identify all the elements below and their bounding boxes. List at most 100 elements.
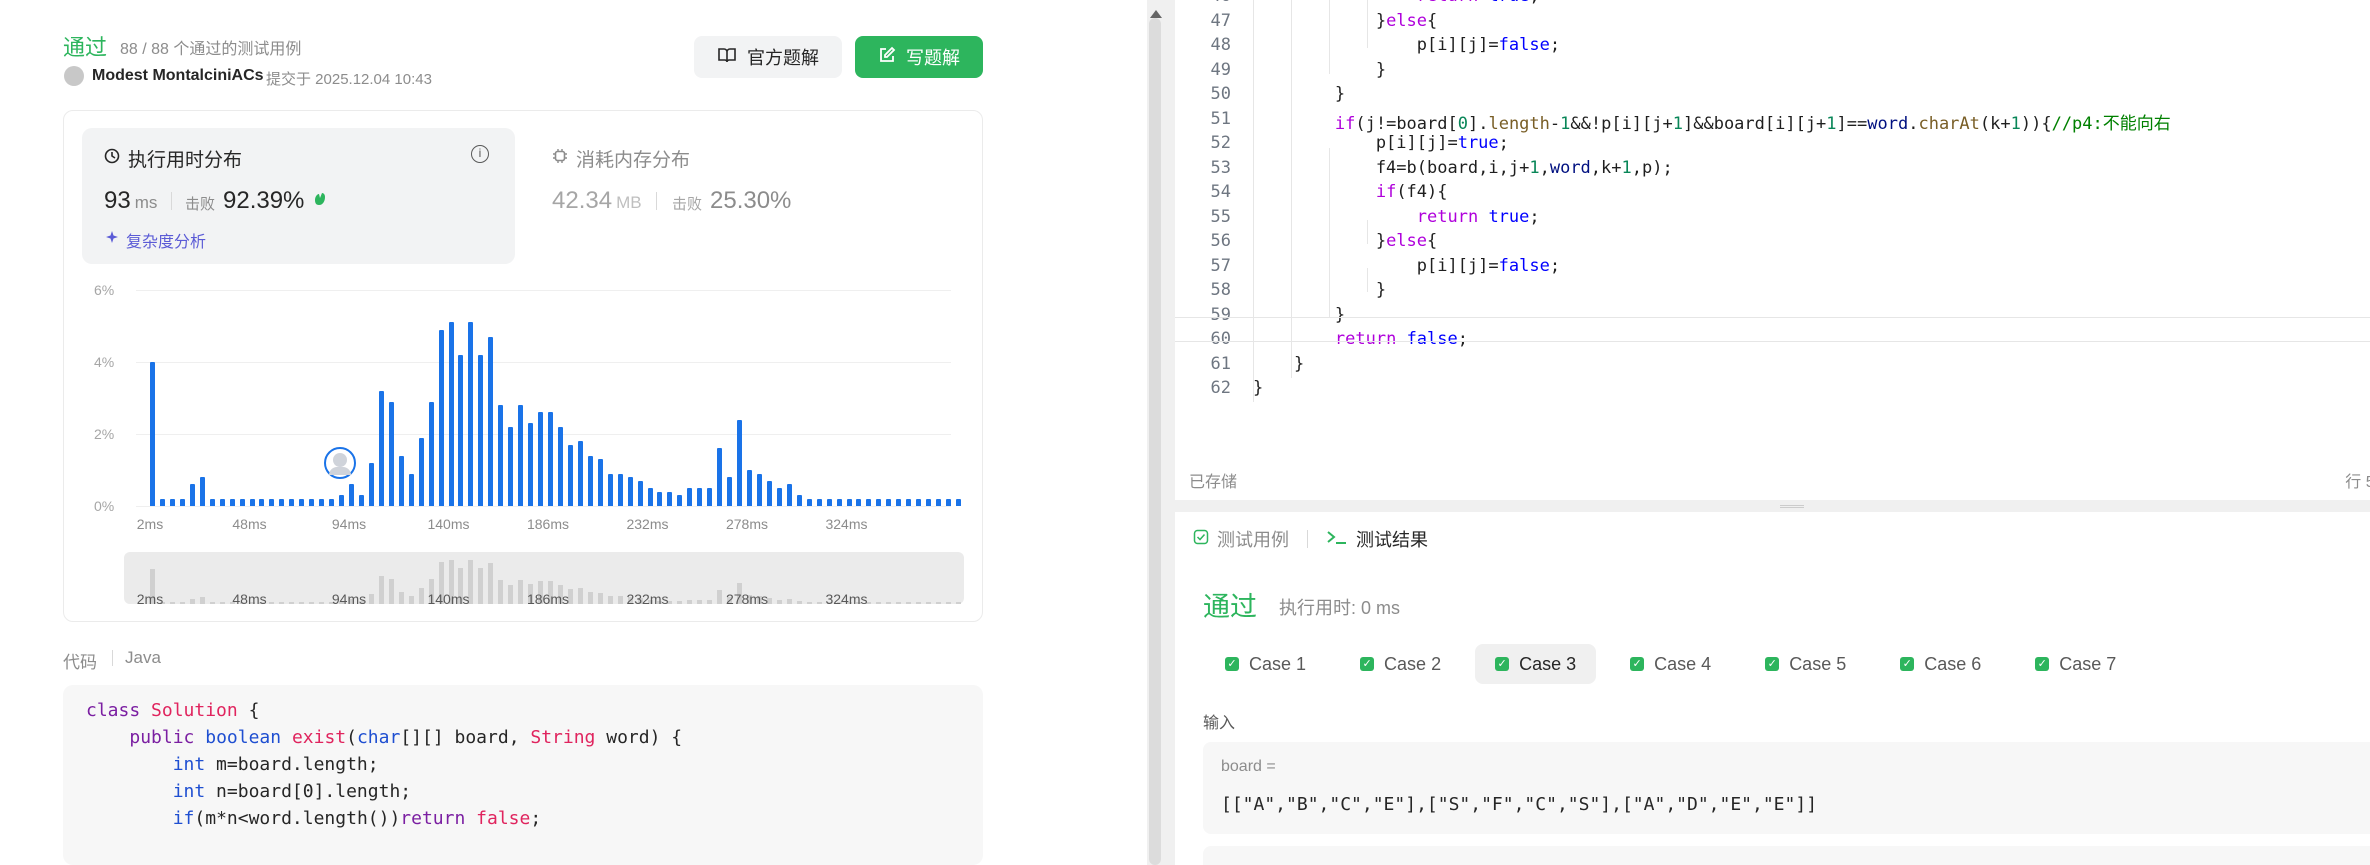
chart-bar[interactable]: [866, 498, 872, 506]
chart-bar[interactable]: [826, 498, 832, 506]
official-solution-button[interactable]: 官方题解: [694, 36, 842, 78]
editor-line[interactable]: 58 }: [1175, 280, 2370, 304]
chart-bar[interactable]: [279, 498, 285, 506]
chart-bar[interactable]: [289, 498, 295, 506]
chart-bar[interactable]: [199, 477, 205, 506]
chart-bar[interactable]: [687, 488, 693, 506]
chart-bar[interactable]: [627, 477, 633, 506]
case-tab-1[interactable]: ✓ Case 1: [1205, 644, 1326, 684]
chart-bar[interactable]: [836, 498, 842, 506]
editor-line[interactable]: 50 }: [1175, 84, 2370, 108]
chart-bar[interactable]: [916, 498, 922, 506]
chart-bar[interactable]: [478, 354, 484, 506]
editor-line[interactable]: 55 return true;: [1175, 207, 2370, 231]
chart-bar[interactable]: [577, 441, 583, 506]
chart-bar[interactable]: [249, 498, 255, 506]
chart-bar[interactable]: [528, 423, 534, 506]
write-solution-button[interactable]: 写题解: [855, 36, 983, 78]
chart-bar[interactable]: [488, 336, 494, 506]
case-tab-5[interactable]: ✓ Case 5: [1745, 644, 1866, 684]
chart-bar[interactable]: [319, 498, 325, 506]
chart-bar[interactable]: [518, 405, 524, 506]
chart-bar[interactable]: [458, 354, 464, 506]
editor-line[interactable]: 51 if(j!=board[0].length-1&&!p[i][j+1]&&…: [1175, 109, 2370, 134]
editor-line[interactable]: 57 p[i][j]=false;: [1175, 256, 2370, 280]
case-tab-4[interactable]: ✓ Case 4: [1610, 644, 1731, 684]
case-tab-2[interactable]: ✓ Case 2: [1340, 644, 1461, 684]
chart-bar[interactable]: [229, 498, 235, 506]
chart-bar[interactable]: [557, 426, 563, 506]
chart-bar[interactable]: [597, 459, 603, 506]
chart-bar[interactable]: [309, 498, 315, 506]
chart-bar[interactable]: [548, 412, 553, 506]
editor-line[interactable]: 47 }else{: [1175, 11, 2370, 35]
chart-bar[interactable]: [408, 473, 414, 506]
chart-bar[interactable]: [906, 498, 912, 506]
chart-bar[interactable]: [607, 473, 613, 506]
chart-bar[interactable]: [587, 455, 593, 506]
chart-bar[interactable]: [349, 484, 354, 506]
chart-bar[interactable]: [239, 498, 245, 506]
case-tab-3[interactable]: ✓ Case 3: [1475, 644, 1597, 684]
chart-bar[interactable]: [886, 498, 892, 506]
case-tab-6[interactable]: ✓ Case 6: [1880, 644, 2001, 684]
chart-bar[interactable]: [438, 329, 444, 506]
chart-bar[interactable]: [737, 419, 743, 506]
chart-bar[interactable]: [378, 390, 384, 506]
chart-bar[interactable]: [617, 473, 623, 506]
chart-bar[interactable]: [269, 498, 275, 506]
chart-bar[interactable]: [677, 495, 683, 506]
chart-bar[interactable]: [637, 480, 643, 506]
chart-bar[interactable]: [209, 498, 215, 506]
chart-bar[interactable]: [329, 498, 335, 506]
chart-bar[interactable]: [388, 401, 394, 506]
chart-bar[interactable]: [299, 498, 305, 506]
complexity-analysis-link[interactable]: 复杂度分析: [104, 228, 206, 252]
chart-bar[interactable]: [816, 498, 822, 506]
chart-bar[interactable]: [955, 498, 961, 506]
chart-bar[interactable]: [508, 426, 514, 506]
chart-bar[interactable]: [667, 491, 673, 506]
tab-testcases[interactable]: 测试用例: [1193, 526, 1289, 552]
editor-line[interactable]: 48 p[i][j]=false;: [1175, 35, 2370, 59]
chart-bar[interactable]: [756, 473, 762, 506]
chart-bar[interactable]: [846, 498, 852, 506]
editor-line[interactable]: 52 p[i][j]=true;: [1175, 133, 2370, 157]
chart-bar[interactable]: [697, 488, 703, 506]
chart-bar[interactable]: [368, 462, 374, 506]
chart-bar[interactable]: [766, 480, 772, 506]
editor-line[interactable]: 56 }else{: [1175, 231, 2370, 255]
chart-bar[interactable]: [647, 488, 653, 506]
chart-bar[interactable]: [150, 362, 155, 506]
chart-bar[interactable]: [538, 412, 544, 506]
editor-line[interactable]: 53 f4=b(board,i,j+1,word,k+1,p);: [1175, 158, 2370, 182]
chart-bar[interactable]: [856, 498, 862, 506]
editor-line[interactable]: 49 }: [1175, 60, 2370, 84]
chart-bar[interactable]: [747, 470, 752, 506]
tab-test-result[interactable]: 测试结果: [1326, 526, 1428, 552]
chart-bar[interactable]: [189, 484, 195, 506]
chart-bar[interactable]: [398, 455, 404, 506]
chart-bar[interactable]: [428, 401, 434, 506]
chart-bar[interactable]: [657, 491, 663, 506]
editor-line[interactable]: 46 return true;: [1175, 0, 2370, 10]
chart-bar[interactable]: [946, 498, 951, 506]
chart-bar[interactable]: [448, 322, 454, 506]
chart-bar[interactable]: [936, 498, 942, 506]
chart-bar[interactable]: [707, 488, 713, 506]
chart-bar[interactable]: [717, 448, 723, 506]
memory-title[interactable]: 消耗内存分布: [552, 145, 690, 172]
editor-line[interactable]: 61 }: [1175, 354, 2370, 378]
chart-bar[interactable]: [727, 477, 733, 506]
chart-bar[interactable]: [219, 498, 225, 506]
left-scrollbar[interactable]: [1149, 18, 1161, 865]
chart-bar[interactable]: [179, 498, 185, 506]
code-editor[interactable]: 46 return true;47 }else{48 p[i][j]=false…: [1175, 0, 2370, 500]
chart-bar[interactable]: [358, 495, 364, 506]
chart-bar[interactable]: [259, 498, 265, 506]
chart-bar[interactable]: [159, 498, 165, 506]
chart-bar[interactable]: [468, 322, 474, 506]
chart-bar[interactable]: [896, 498, 902, 506]
chart-bar[interactable]: [169, 498, 175, 506]
scroll-up-arrow-icon[interactable]: [1150, 10, 1162, 18]
